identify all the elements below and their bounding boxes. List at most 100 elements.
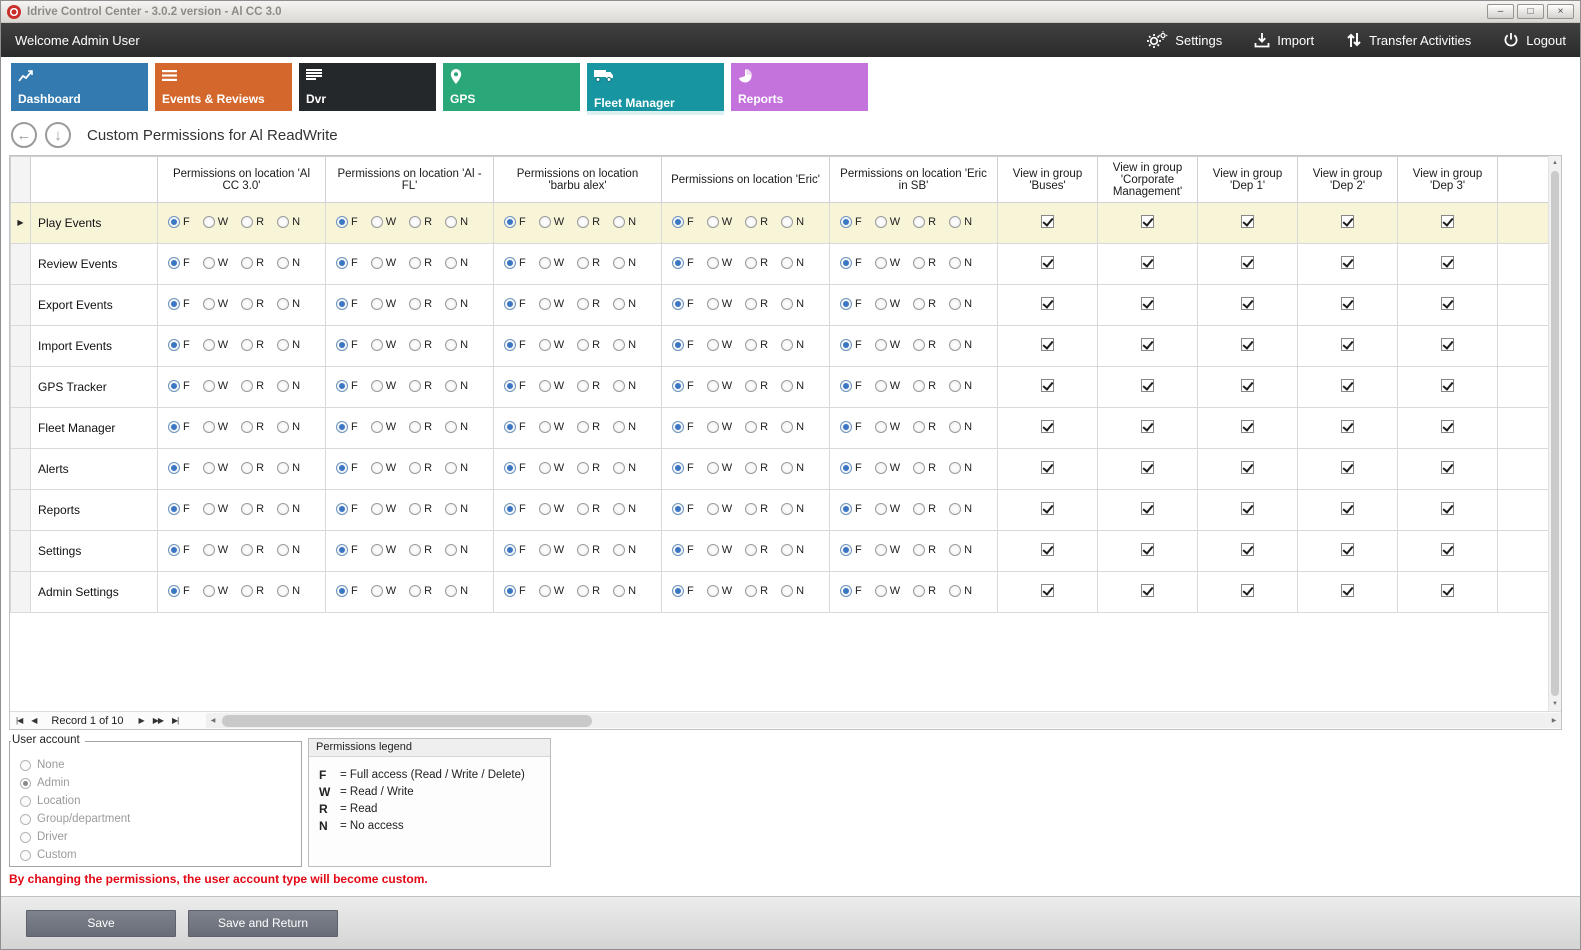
group-checkbox[interactable] xyxy=(1441,584,1454,597)
group-checkbox[interactable] xyxy=(1341,543,1354,556)
radio-f[interactable]: F xyxy=(504,339,526,351)
radio-n[interactable]: N xyxy=(277,462,300,474)
radio-f[interactable]: F xyxy=(336,257,358,269)
radio-n[interactable]: N xyxy=(445,544,468,556)
radio-w[interactable]: W xyxy=(707,544,732,556)
group-checkbox[interactable] xyxy=(1441,215,1454,228)
table-row[interactable]: AlertsFWRNFWRNFWRNFWRNFWRN xyxy=(11,449,1549,490)
radio-w[interactable]: W xyxy=(707,298,732,310)
radio-r[interactable]: R xyxy=(241,257,264,269)
radio-f[interactable]: F xyxy=(672,339,694,351)
radio-f[interactable]: F xyxy=(840,544,862,556)
radio-r[interactable]: R xyxy=(577,503,600,515)
radio-w[interactable]: W xyxy=(875,544,900,556)
radio-f[interactable]: F xyxy=(840,298,862,310)
radio-n[interactable]: N xyxy=(445,503,468,515)
radio-n[interactable]: N xyxy=(613,257,636,269)
radio-f[interactable]: F xyxy=(168,585,190,597)
radio-w[interactable]: W xyxy=(371,257,396,269)
radio-r[interactable]: R xyxy=(241,462,264,474)
radio-w[interactable]: W xyxy=(875,462,900,474)
minimize-button[interactable]: – xyxy=(1487,4,1514,19)
group-checkbox[interactable] xyxy=(1141,461,1154,474)
radio-r[interactable]: R xyxy=(913,257,936,269)
radio-n[interactable]: N xyxy=(949,462,972,474)
radio-n[interactable]: N xyxy=(613,421,636,433)
radio-r[interactable]: R xyxy=(577,585,600,597)
radio-f[interactable]: F xyxy=(336,380,358,392)
radio-r[interactable]: R xyxy=(913,380,936,392)
table-row[interactable]: GPS TrackerFWRNFWRNFWRNFWRNFWRN xyxy=(11,367,1549,408)
radio-n[interactable]: N xyxy=(277,421,300,433)
radio-f[interactable]: F xyxy=(840,216,862,228)
table-row[interactable]: Import EventsFWRNFWRNFWRNFWRNFWRN xyxy=(11,326,1549,367)
radio-r[interactable]: R xyxy=(913,503,936,515)
table-row[interactable]: Fleet ManagerFWRNFWRNFWRNFWRNFWRN xyxy=(11,408,1549,449)
radio-r[interactable]: R xyxy=(577,298,600,310)
radio-w[interactable]: W xyxy=(539,380,564,392)
user-account-option-none[interactable]: None xyxy=(20,756,291,774)
radio-r[interactable]: R xyxy=(745,585,768,597)
radio-n[interactable]: N xyxy=(613,339,636,351)
radio-f[interactable]: F xyxy=(168,503,190,515)
group-checkbox[interactable] xyxy=(1241,297,1254,310)
radio-r[interactable]: R xyxy=(913,421,936,433)
radio-f[interactable]: F xyxy=(504,462,526,474)
radio-f[interactable]: F xyxy=(168,257,190,269)
radio-f[interactable]: F xyxy=(840,585,862,597)
radio-n[interactable]: N xyxy=(445,585,468,597)
radio-n[interactable]: N xyxy=(277,503,300,515)
group-checkbox[interactable] xyxy=(1141,256,1154,269)
radio-w[interactable]: W xyxy=(707,421,732,433)
group-checkbox[interactable] xyxy=(1441,256,1454,269)
radio-w[interactable]: W xyxy=(707,257,732,269)
horizontal-scrollbar[interactable]: ◀ ▶ xyxy=(206,713,1561,728)
radio-f[interactable]: F xyxy=(504,380,526,392)
radio-f[interactable]: F xyxy=(840,462,862,474)
user-account-option-custom[interactable]: Custom xyxy=(20,846,291,864)
radio-n[interactable]: N xyxy=(949,257,972,269)
radio-r[interactable]: R xyxy=(577,339,600,351)
radio-n[interactable]: N xyxy=(949,421,972,433)
radio-f[interactable]: F xyxy=(336,216,358,228)
group-checkbox[interactable] xyxy=(1341,502,1354,515)
radio-w[interactable]: W xyxy=(875,380,900,392)
radio-r[interactable]: R xyxy=(241,544,264,556)
radio-r[interactable]: R xyxy=(745,216,768,228)
radio-n[interactable]: N xyxy=(949,503,972,515)
table-row[interactable]: Admin SettingsFWRNFWRNFWRNFWRNFWRN xyxy=(11,572,1549,613)
radio-n[interactable]: N xyxy=(445,462,468,474)
radio-w[interactable]: W xyxy=(371,421,396,433)
tab-fleet-manager[interactable]: Fleet Manager xyxy=(587,63,724,115)
radio-n[interactable]: N xyxy=(613,503,636,515)
group-checkbox[interactable] xyxy=(1341,338,1354,351)
radio-w[interactable]: W xyxy=(539,585,564,597)
group-checkbox[interactable] xyxy=(1341,420,1354,433)
radio-n[interactable]: N xyxy=(949,380,972,392)
radio-r[interactable]: R xyxy=(577,216,600,228)
radio-w[interactable]: W xyxy=(371,339,396,351)
radio-n[interactable]: N xyxy=(277,298,300,310)
radio-r[interactable]: R xyxy=(913,462,936,474)
radio-f[interactable]: F xyxy=(504,585,526,597)
radio-w[interactable]: W xyxy=(539,257,564,269)
radio-w[interactable]: W xyxy=(875,585,900,597)
radio-w[interactable]: W xyxy=(875,298,900,310)
radio-n[interactable]: N xyxy=(613,216,636,228)
group-checkbox[interactable] xyxy=(1041,379,1054,392)
group-checkbox[interactable] xyxy=(1341,215,1354,228)
back-button[interactable]: ← xyxy=(11,122,37,148)
group-checkbox[interactable] xyxy=(1241,379,1254,392)
radio-n[interactable]: N xyxy=(781,421,804,433)
radio-n[interactable]: N xyxy=(949,339,972,351)
radio-w[interactable]: W xyxy=(371,544,396,556)
radio-w[interactable]: W xyxy=(707,462,732,474)
group-checkbox[interactable] xyxy=(1441,420,1454,433)
tab-events-reviews[interactable]: Events & Reviews xyxy=(155,63,292,111)
radio-w[interactable]: W xyxy=(203,298,228,310)
radio-r[interactable]: R xyxy=(577,462,600,474)
radio-f[interactable]: F xyxy=(168,544,190,556)
radio-r[interactable]: R xyxy=(913,298,936,310)
radio-r[interactable]: R xyxy=(745,503,768,515)
radio-n[interactable]: N xyxy=(613,462,636,474)
